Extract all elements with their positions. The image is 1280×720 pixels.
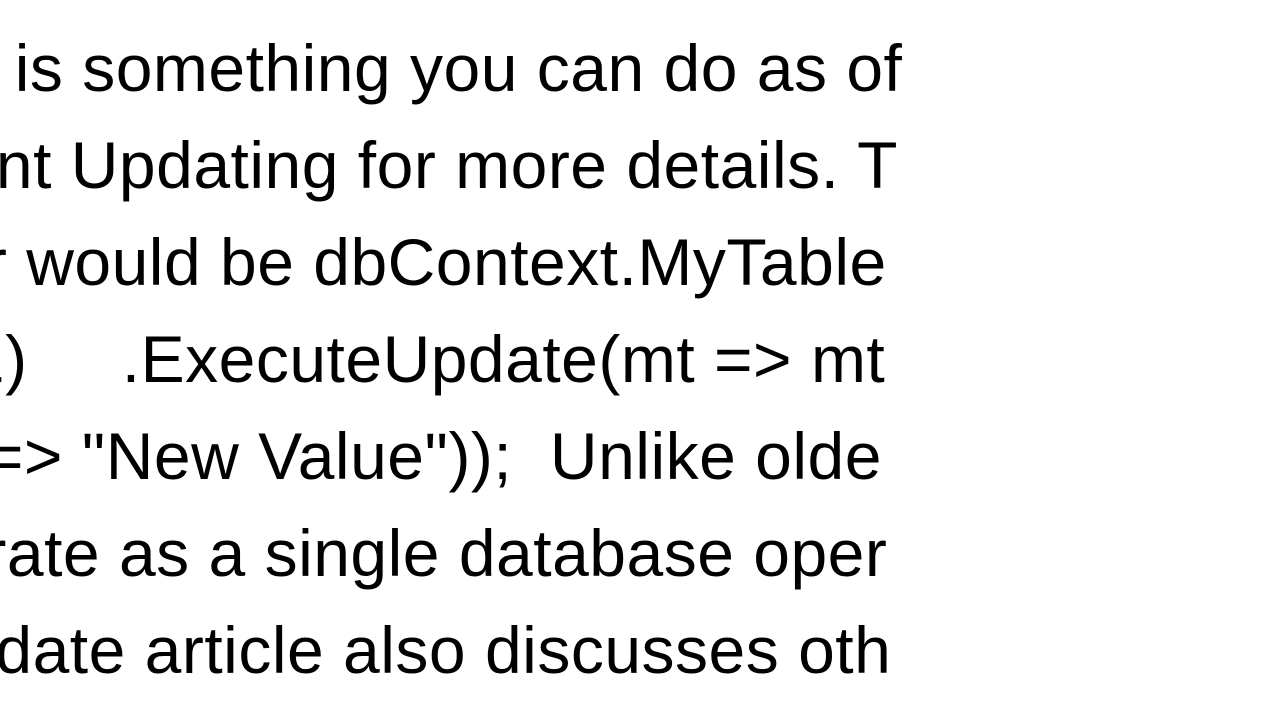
document-body: his is something you can do as of cient …: [0, 20, 1280, 699]
